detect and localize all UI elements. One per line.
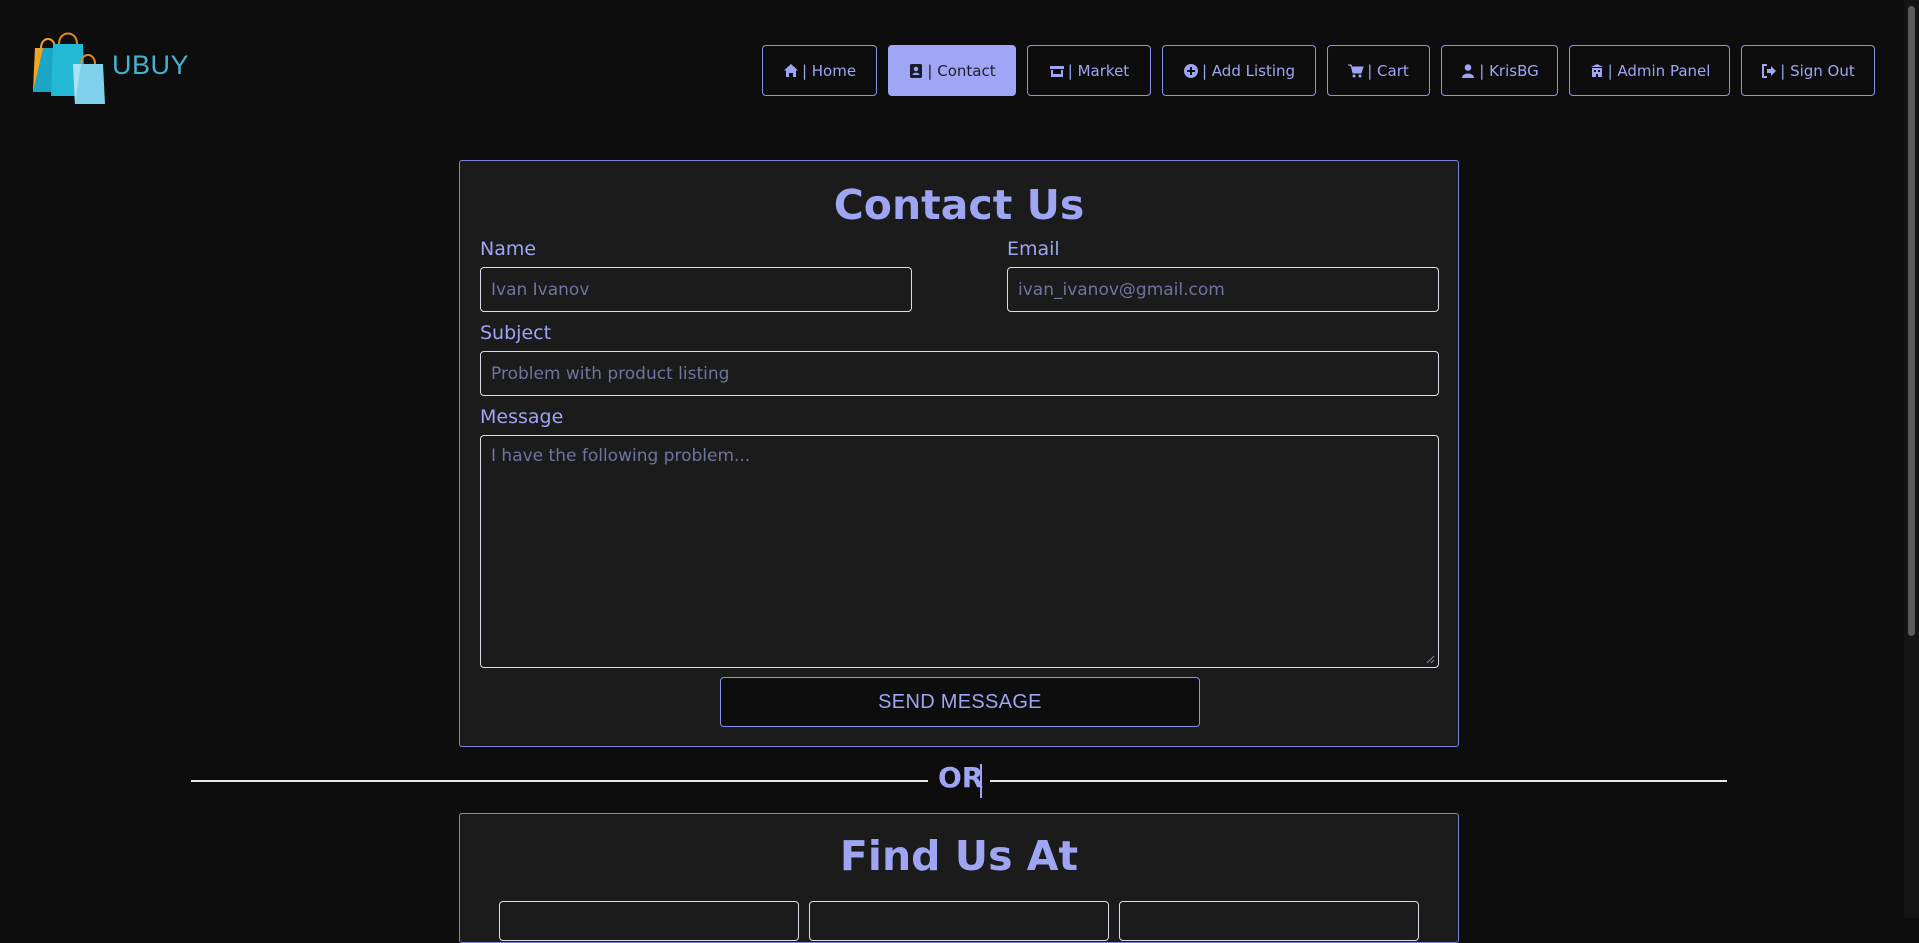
location-card xyxy=(499,901,799,941)
message-textarea[interactable]: I have the following problem... xyxy=(480,435,1439,668)
find-us-card: Find Us At xyxy=(459,813,1459,943)
message-placeholder: I have the following problem... xyxy=(491,446,751,466)
building-icon xyxy=(1589,63,1605,79)
nav-market-label: | Market xyxy=(1067,61,1130,80)
name-placeholder: Ivan Ivanov xyxy=(491,279,590,300)
nav-home-label: | Home xyxy=(801,61,857,80)
nav-home-button[interactable]: | Home xyxy=(762,45,877,96)
location-card xyxy=(1119,901,1419,941)
name-label: Name xyxy=(480,238,537,260)
subject-placeholder: Problem with product listing xyxy=(491,363,730,384)
send-message-button[interactable]: SEND MESSAGE xyxy=(720,677,1200,727)
nav-add-listing-button[interactable]: | Add Listing xyxy=(1162,45,1316,96)
resize-handle-icon[interactable] xyxy=(1426,655,1435,664)
nav-sign-out-button[interactable]: | Sign Out xyxy=(1741,45,1875,96)
nav-market-button[interactable]: | Market xyxy=(1027,45,1151,96)
nav-sign-out-label: | Sign Out xyxy=(1780,61,1855,80)
nav-contact-label: | Contact xyxy=(927,61,996,80)
divider-line-left xyxy=(191,780,928,782)
email-placeholder: ivan_ivanov@gmail.com xyxy=(1018,279,1225,300)
page-scrollbar[interactable] xyxy=(1904,0,1919,918)
name-input[interactable]: Ivan Ivanov xyxy=(480,267,912,312)
subject-label: Subject xyxy=(480,322,552,344)
logo[interactable]: UBUY xyxy=(31,30,189,106)
find-us-title: Find Us At xyxy=(839,832,1079,880)
email-input[interactable]: ivan_ivanov@gmail.com xyxy=(1007,267,1439,312)
nav-profile-label: | KrisBG xyxy=(1479,61,1539,80)
brand-name: UBUY xyxy=(112,49,190,80)
email-label: Email xyxy=(1007,238,1060,260)
nav-cart-label: | Cart xyxy=(1367,61,1409,80)
contact-form-card: Contact Us Name Ivan Ivanov Email ivan_i… xyxy=(459,160,1459,747)
scrollbar-thumb[interactable] xyxy=(1908,6,1915,636)
subject-input[interactable]: Problem with product listing xyxy=(480,351,1439,396)
nav-admin-panel-label: | Admin Panel xyxy=(1607,61,1711,80)
contact-title: Contact Us xyxy=(833,181,1085,229)
cart-icon xyxy=(1348,63,1364,79)
nav-contact-button[interactable]: | Contact xyxy=(888,45,1016,96)
or-divider-text: OR xyxy=(938,761,984,794)
home-icon xyxy=(783,63,799,79)
user-icon xyxy=(1460,63,1476,79)
location-card xyxy=(809,901,1109,941)
main-nav: | Home | Contact | Market | Add Listing … xyxy=(762,45,1875,96)
store-icon xyxy=(1049,63,1065,79)
nav-profile-button[interactable]: | KrisBG xyxy=(1441,45,1558,96)
divider-line-right xyxy=(990,780,1727,782)
nav-admin-panel-button[interactable]: | Admin Panel xyxy=(1569,45,1730,96)
nav-add-listing-label: | Add Listing xyxy=(1201,61,1296,80)
shopping-bags-icon xyxy=(33,32,105,104)
nav-cart-button[interactable]: | Cart xyxy=(1327,45,1430,96)
address-book-icon xyxy=(908,63,924,79)
text-cursor xyxy=(980,764,982,798)
message-label: Message xyxy=(480,406,564,428)
sign-out-icon xyxy=(1761,63,1777,79)
plus-circle-icon xyxy=(1183,63,1199,79)
